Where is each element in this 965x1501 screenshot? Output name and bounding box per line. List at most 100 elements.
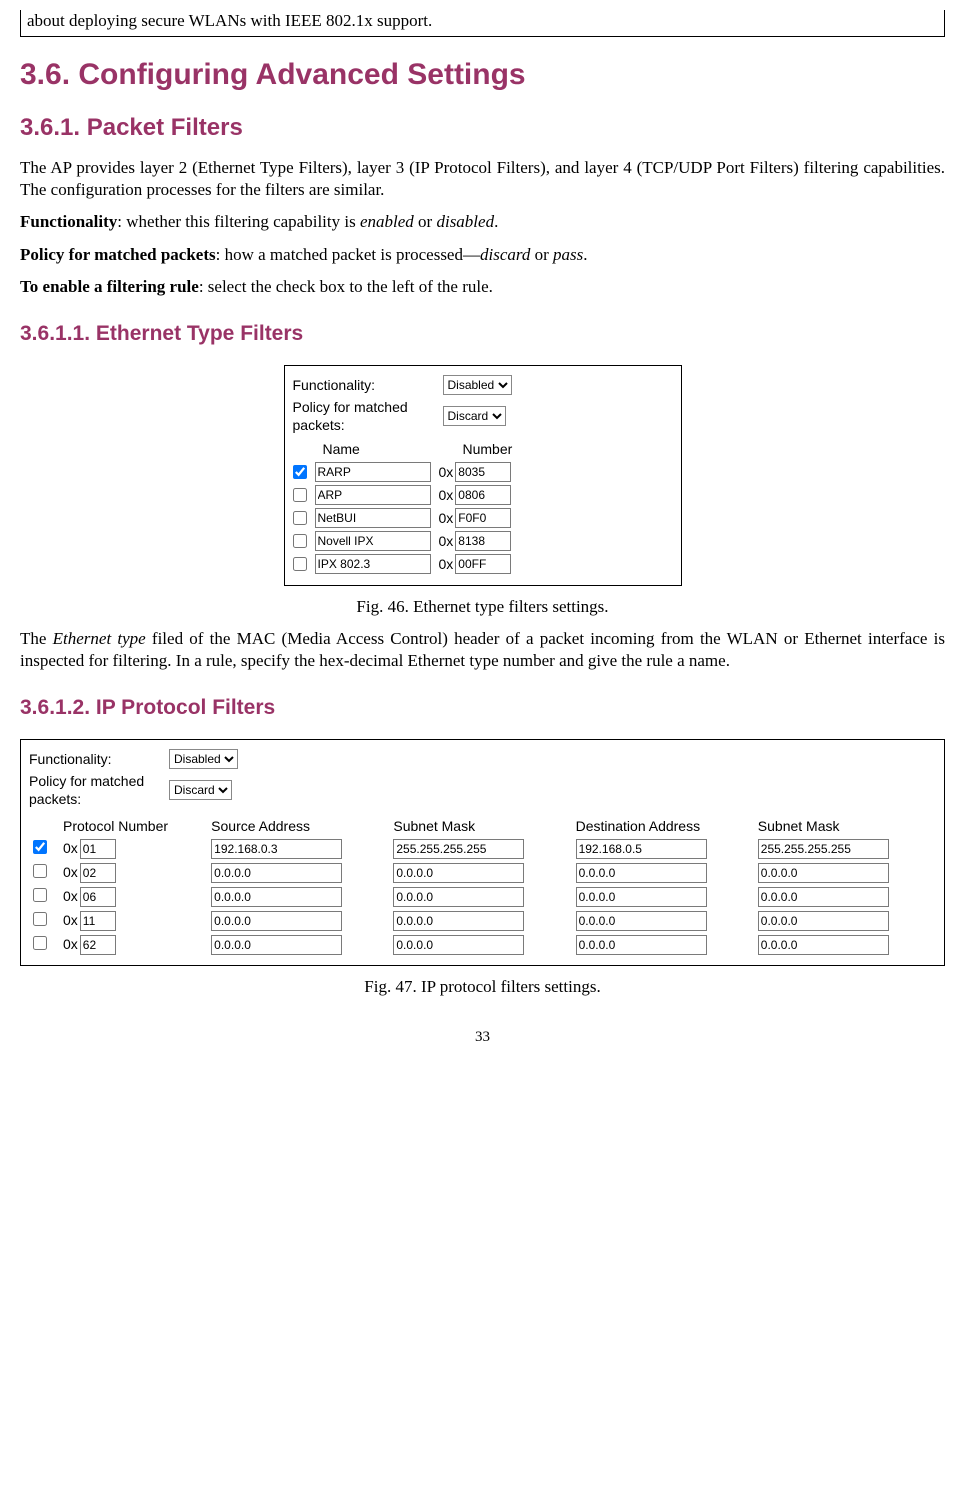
enable-checkbox[interactable]	[293, 557, 307, 571]
hex-prefix: 0x	[63, 840, 78, 856]
subnet-mask-input[interactable]	[393, 887, 524, 907]
text: or	[414, 212, 437, 231]
paragraph-ethernet-desc: The Ethernet type filed of the MAC (Medi…	[20, 628, 945, 672]
previous-page-fragment: about deploying secure WLANs with IEEE 8…	[20, 10, 945, 37]
functionality-select[interactable]: Disabled	[443, 375, 512, 395]
subnet-mask-input[interactable]	[393, 935, 524, 955]
number-input[interactable]	[455, 462, 511, 482]
ip-filters-panel: Functionality: Disabled Policy for match…	[20, 739, 945, 966]
subnet-mask-input[interactable]	[758, 887, 889, 907]
subnet-mask-input[interactable]	[758, 863, 889, 883]
filter-row: 0x	[29, 933, 936, 957]
protocol-number-input[interactable]	[80, 887, 116, 907]
subnet-mask-input[interactable]	[758, 935, 889, 955]
subnet-mask-input[interactable]	[758, 911, 889, 931]
destination-address-input[interactable]	[576, 887, 707, 907]
para-text: The AP provides layer 2 (Ethernet Type F…	[20, 158, 945, 199]
text: : whether this filtering capability is	[117, 212, 360, 231]
name-input[interactable]	[315, 485, 431, 505]
policy-select[interactable]: Discard	[443, 406, 506, 426]
col-source-address: Source Address	[207, 815, 389, 837]
enable-checkbox[interactable]	[33, 840, 47, 854]
name-input[interactable]	[315, 508, 431, 528]
policy-label: Policy for matched packets:	[29, 772, 169, 808]
text-enabled: enabled	[360, 212, 414, 231]
name-input[interactable]	[315, 462, 431, 482]
text: : select the check box to the left of th…	[199, 277, 493, 296]
header-row: Protocol Number Source Address Subnet Ma…	[29, 815, 936, 837]
enable-checkbox[interactable]	[33, 936, 47, 950]
section-heading-3-6-1-2: 3.6.1.2. IP Protocol Filters	[20, 694, 945, 721]
filter-row: 0x	[29, 885, 936, 909]
enable-checkbox[interactable]	[293, 511, 307, 525]
destination-address-input[interactable]	[576, 839, 707, 859]
protocol-number-input[interactable]	[80, 911, 116, 931]
filter-row: 0x	[293, 508, 673, 528]
section-heading-3-6-1: 3.6.1. Packet Filters	[20, 112, 945, 143]
column-header-number: Number	[463, 440, 513, 458]
source-address-input[interactable]	[211, 863, 342, 883]
protocol-number-input[interactable]	[80, 839, 116, 859]
protocol-number-input[interactable]	[80, 863, 116, 883]
label-enable: To enable a filtering rule	[20, 277, 199, 296]
enable-checkbox[interactable]	[293, 534, 307, 548]
hex-prefix: 0x	[63, 888, 78, 904]
source-address-input[interactable]	[211, 839, 342, 859]
number-input[interactable]	[455, 508, 511, 528]
destination-address-input[interactable]	[576, 935, 707, 955]
paragraph-intro: The AP provides layer 2 (Ethernet Type F…	[20, 157, 945, 201]
figure-caption-47: Fig. 47. IP protocol filters settings.	[20, 976, 945, 998]
source-address-input[interactable]	[211, 887, 342, 907]
subnet-mask-input[interactable]	[393, 863, 524, 883]
page-number: 33	[20, 1028, 945, 1048]
subnet-mask-input[interactable]	[393, 911, 524, 931]
ethernet-filters-panel: Functionality: Disabled Policy for match…	[284, 365, 682, 586]
hex-prefix: 0x	[63, 864, 78, 880]
filter-row: 0x	[293, 531, 673, 551]
label-functionality: Functionality	[20, 212, 117, 231]
protocol-number-input[interactable]	[80, 935, 116, 955]
text: or	[530, 245, 553, 264]
figure-caption-46: Fig. 46. Ethernet type filters settings.	[20, 596, 945, 618]
enable-checkbox[interactable]	[33, 864, 47, 878]
policy-label: Policy for matched packets:	[293, 398, 443, 434]
subnet-mask-input[interactable]	[393, 839, 524, 859]
filter-row: 0x	[293, 462, 673, 482]
paragraph-enable-rule: To enable a filtering rule: select the c…	[20, 276, 945, 298]
name-input[interactable]	[315, 554, 431, 574]
enable-checkbox[interactable]	[33, 888, 47, 902]
destination-address-input[interactable]	[576, 863, 707, 883]
hex-prefix: 0x	[439, 532, 454, 550]
hex-prefix: 0x	[439, 509, 454, 527]
functionality-label: Functionality:	[293, 376, 443, 394]
hex-prefix: 0x	[63, 912, 78, 928]
destination-address-input[interactable]	[576, 911, 707, 931]
enable-checkbox[interactable]	[293, 488, 307, 502]
filter-row: 0x	[29, 909, 936, 933]
column-header-name: Name	[323, 440, 463, 458]
hex-prefix: 0x	[439, 463, 454, 481]
text-discard: discard	[480, 245, 530, 264]
filter-row: 0x	[293, 485, 673, 505]
filter-row: 0x	[29, 861, 936, 885]
section-heading-3-6: 3.6. Configuring Advanced Settings	[20, 55, 945, 94]
text-ethernet-type: Ethernet type	[53, 629, 146, 648]
name-input[interactable]	[315, 531, 431, 551]
col-protocol-number: Protocol Number	[59, 815, 207, 837]
number-input[interactable]	[455, 531, 511, 551]
enable-checkbox[interactable]	[293, 465, 307, 479]
enable-checkbox[interactable]	[33, 912, 47, 926]
number-input[interactable]	[455, 554, 511, 574]
policy-select[interactable]: Discard	[169, 780, 232, 800]
subnet-mask-input[interactable]	[758, 839, 889, 859]
hex-prefix: 0x	[439, 555, 454, 573]
paragraph-functionality: Functionality: whether this filtering ca…	[20, 211, 945, 233]
source-address-input[interactable]	[211, 935, 342, 955]
text: filed of the MAC (Media Access Control) …	[20, 629, 945, 670]
source-address-input[interactable]	[211, 911, 342, 931]
paragraph-policy: Policy for matched packets: how a matche…	[20, 244, 945, 266]
number-input[interactable]	[455, 485, 511, 505]
filter-row: 0x	[29, 837, 936, 861]
prev-text: about deploying secure WLANs with IEEE 8…	[27, 11, 432, 30]
functionality-select[interactable]: Disabled	[169, 749, 238, 769]
